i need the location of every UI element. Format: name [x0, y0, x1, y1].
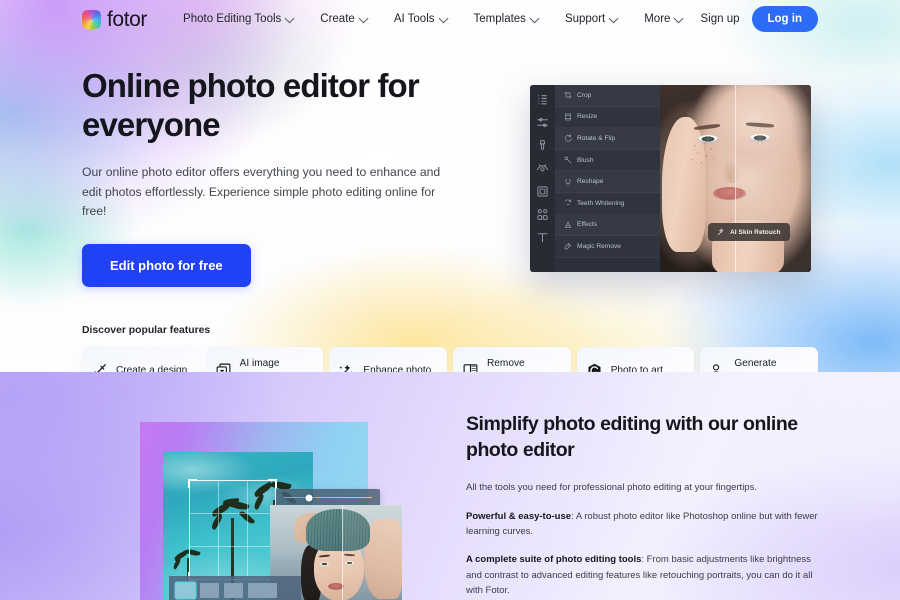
thumbnail-item[interactable] — [176, 582, 195, 598]
thumbnail-item[interactable] — [248, 582, 277, 598]
chevron-down-icon — [358, 12, 369, 23]
nav-label: Templates — [473, 13, 526, 25]
feature-card-create-a-design[interactable]: Create a design — [82, 347, 200, 372]
photo-to-art-icon — [586, 362, 603, 372]
brand-logo-text: fotor — [107, 7, 148, 31]
nav-label: Create — [320, 13, 355, 25]
log-in-button[interactable]: Log in — [751, 6, 818, 32]
nav-label: Support — [564, 13, 606, 25]
chevron-down-icon — [438, 12, 449, 23]
filter-thumbnail-strip — [169, 576, 301, 600]
hero-subtitle: Our online photo editor offers everythin… — [82, 164, 441, 219]
slider-knob[interactable] — [305, 494, 313, 501]
feature-card-label: Remove background — [487, 358, 540, 372]
person-add-icon — [709, 362, 726, 372]
section2-title: Simplify photo editing with our online p… — [466, 413, 798, 461]
remove-background-icon — [462, 362, 479, 372]
feature-card-label: Enhance photo — [363, 365, 432, 372]
nav-item-photo-editing-tools[interactable]: Photo Editing Tools — [169, 7, 306, 31]
popular-features-row: Create a design AI image generator — [0, 347, 900, 372]
crop-handle-top-right[interactable] — [268, 479, 277, 488]
portrait-eye-left — [320, 562, 329, 566]
feature-card-enhance-photo[interactable]: Enhance photo — [329, 347, 448, 372]
portrait-edited-half — [343, 505, 402, 600]
feature-card-ai-image-generator[interactable]: AI image generator — [205, 347, 324, 372]
crop-handle-top-left[interactable] — [188, 479, 197, 488]
thumbnail-item[interactable] — [224, 582, 243, 598]
section2-text-block: Simplify photo editing with our online p… — [466, 412, 818, 600]
section2-paragraph-2: A complete suite of photo editing tools:… — [466, 552, 818, 598]
chevron-down-icon — [674, 12, 684, 23]
portrait-before-after-divider[interactable] — [342, 505, 343, 600]
nav-label: Photo Editing Tools — [183, 13, 282, 25]
header-actions: Sign up Log in — [700, 6, 818, 32]
main-navigation: Photo Editing Tools Create AI Tools Temp… — [169, 7, 695, 31]
paragraph-bold-lead: Powerful & easy-to-use — [466, 510, 572, 522]
feature-card-label: Generate Headshots — [734, 358, 782, 372]
feature-card-photo-to-art[interactable]: Photo to art — [576, 347, 695, 372]
section2-paragraph-1: Powerful & easy-to-use: A robust photo e… — [466, 509, 818, 540]
hero-section: fotor Photo Editing Tools Create AI Tool… — [0, 0, 900, 372]
chevron-down-icon — [529, 12, 540, 23]
simplify-editing-section: Simplify photo editing with our online p… — [0, 372, 900, 600]
magic-wand-sparkle-icon — [338, 362, 355, 372]
sign-up-link[interactable]: Sign up — [700, 13, 739, 25]
edit-photo-for-free-button[interactable]: Edit photo for free — [82, 244, 251, 288]
feature-card-remove-background[interactable]: Remove background — [453, 347, 571, 372]
ai-image-stack-icon — [215, 362, 232, 372]
feature-card-label: Create a design — [116, 365, 188, 372]
editing-collage-illustration — [140, 422, 402, 600]
site-header: fotor Photo Editing Tools Create AI Tool… — [0, 0, 900, 38]
feature-card-label: Photo to art — [610, 365, 663, 372]
nav-label: AI Tools — [393, 13, 435, 25]
chevron-down-icon — [608, 12, 619, 23]
nav-item-more[interactable]: More — [630, 7, 695, 31]
page-title: Online photo editor for everyone — [82, 67, 420, 143]
nav-item-templates[interactable]: Templates — [460, 7, 551, 31]
nav-item-create[interactable]: Create — [306, 7, 380, 31]
section2-lead: All the tools you need for professional … — [466, 482, 757, 494]
nav-label: More — [644, 13, 671, 25]
crop-overlay[interactable] — [188, 479, 277, 581]
feature-card-generate-headshots[interactable]: Generate Headshots — [700, 347, 819, 372]
discover-features-label: Discover popular features — [82, 325, 211, 337]
thumbnail-item[interactable] — [200, 582, 219, 598]
design-tools-icon — [91, 362, 108, 372]
adjustment-slider[interactable] — [276, 489, 380, 506]
fotor-rainbow-logo-icon — [82, 9, 101, 29]
hero-content: Online photo editor for everyone Our onl… — [0, 67, 900, 336]
chevron-down-icon — [284, 12, 295, 23]
brand-logo[interactable]: fotor — [82, 9, 147, 30]
nav-item-support[interactable]: Support — [551, 7, 630, 31]
nav-item-ai-tools[interactable]: AI Tools — [380, 7, 460, 31]
paragraph-bold-lead: A complete suite of photo editing tools — [466, 554, 642, 566]
slider-track[interactable] — [284, 494, 372, 501]
feature-card-label: AI image generator — [239, 358, 283, 372]
